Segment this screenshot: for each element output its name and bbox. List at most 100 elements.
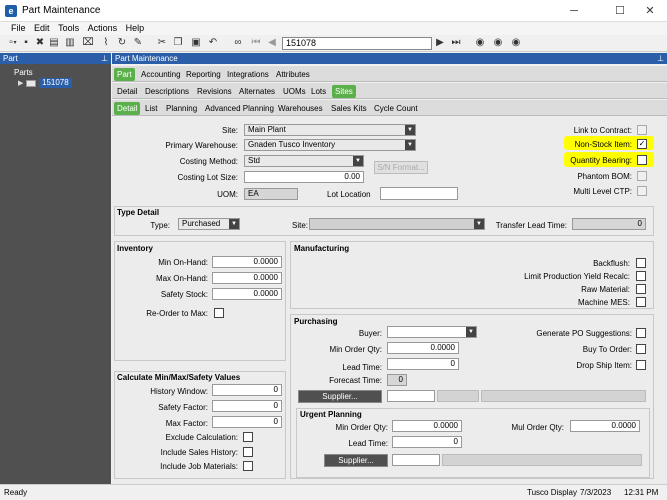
- tab-integrations[interactable]: Integrations: [224, 68, 272, 81]
- menu-tools[interactable]: Tools: [55, 22, 82, 35]
- reorder-to-max-checkbox[interactable]: [214, 308, 224, 318]
- primary-warehouse-dropdown[interactable]: Gnaden Tusco Inventory ▼: [244, 139, 416, 151]
- forward-icon[interactable]: ◉: [492, 37, 504, 49]
- min-on-hand-input[interactable]: 0.0000: [212, 256, 282, 268]
- paperclip-icon[interactable]: ⌇: [100, 37, 112, 49]
- copy-icon[interactable]: ❐: [172, 37, 184, 49]
- max-on-hand-input[interactable]: 0.0000: [212, 272, 282, 284]
- tab-sites[interactable]: Sites: [332, 85, 356, 98]
- tab-warehouses[interactable]: Warehouses: [275, 102, 326, 115]
- tab-reporting[interactable]: Reporting: [183, 68, 224, 81]
- previous-record-icon[interactable]: ◀: [266, 37, 278, 49]
- search-binoculars-icon[interactable]: ∞: [232, 37, 244, 49]
- tab-detail[interactable]: Detail: [114, 85, 140, 98]
- urgent-supplier-id-input[interactable]: [392, 454, 440, 466]
- undo-icon[interactable]: ↶: [207, 37, 219, 49]
- tree-node-label[interactable]: 151078: [39, 78, 72, 88]
- tab-alternates[interactable]: Alternates: [236, 85, 278, 98]
- tab-cycle-count[interactable]: Cycle Count: [371, 102, 421, 115]
- expand-icon[interactable]: ▶: [18, 79, 23, 87]
- generate-po-suggestions-checkbox[interactable]: [636, 328, 646, 338]
- menu-edit[interactable]: Edit: [31, 22, 53, 35]
- limit-production-yield-checkbox[interactable]: [636, 271, 646, 281]
- exclude-calculation-checkbox[interactable]: [243, 432, 253, 442]
- lead-time-input[interactable]: 0: [387, 358, 459, 370]
- tab-list[interactable]: List: [142, 102, 160, 115]
- link-to-contract-checkbox[interactable]: [637, 125, 647, 135]
- urgent-supplier-button[interactable]: Supplier...: [324, 454, 388, 467]
- chevron-down-icon[interactable]: ▼: [466, 327, 476, 337]
- minimize-button[interactable]: ─: [562, 3, 586, 19]
- site-dropdown[interactable]: Main Plant ▼: [244, 124, 416, 136]
- tab-advanced-planning[interactable]: Advanced Planning: [202, 102, 277, 115]
- chevron-down-icon[interactable]: ▼: [405, 140, 415, 150]
- chevron-down-icon[interactable]: ▼: [405, 125, 415, 135]
- raw-material-checkbox[interactable]: [636, 284, 646, 294]
- back-icon[interactable]: ◉: [474, 37, 486, 49]
- tab-site-detail[interactable]: Detail: [114, 102, 141, 115]
- type-dropdown[interactable]: Purchased ▼: [178, 218, 240, 230]
- machine-mes-checkbox[interactable]: [636, 297, 646, 307]
- safety-stock-input[interactable]: 0.0000: [212, 288, 282, 300]
- tree-root-parts[interactable]: Parts: [14, 68, 33, 77]
- history-window-input[interactable]: 0: [212, 384, 282, 396]
- part-key-input[interactable]: 151078: [282, 37, 432, 50]
- safety-factor-input[interactable]: 0: [212, 400, 282, 412]
- lot-location-input[interactable]: [380, 187, 458, 200]
- delete-icon[interactable]: ✖: [34, 37, 46, 49]
- pin-icon[interactable]: ⊥: [101, 53, 108, 64]
- chevron-down-icon[interactable]: ▼: [353, 156, 363, 166]
- drop-ship-item-checkbox[interactable]: [636, 360, 646, 370]
- tab-descriptions[interactable]: Descriptions: [142, 85, 192, 98]
- menu-actions[interactable]: Actions: [85, 22, 121, 35]
- buy-to-order-checkbox[interactable]: [636, 344, 646, 354]
- urgent-lead-time-input[interactable]: 0: [392, 436, 462, 448]
- type-site-dropdown[interactable]: ▼: [309, 218, 485, 230]
- tab-sales-kits[interactable]: Sales Kits: [328, 102, 370, 115]
- supplier-id-input[interactable]: [387, 390, 435, 402]
- new-dropdown-icon[interactable]: ▾: [12, 37, 18, 49]
- tab-lots[interactable]: Lots: [308, 85, 329, 98]
- chevron-down-icon[interactable]: ▼: [229, 219, 239, 229]
- first-record-icon[interactable]: ⏮: [250, 37, 262, 49]
- quantity-bearing-checkbox[interactable]: [637, 155, 647, 165]
- tab-planning[interactable]: Planning: [163, 102, 200, 115]
- tab-accounting[interactable]: Accounting: [138, 68, 184, 81]
- menu-help[interactable]: Help: [123, 22, 148, 35]
- save-icon[interactable]: ▪: [20, 37, 32, 49]
- sn-format-button[interactable]: S/N Format...: [374, 161, 428, 174]
- next-record-icon[interactable]: ▶: [434, 37, 446, 49]
- clear-icon[interactable]: ✎: [132, 37, 144, 49]
- close-button[interactable]: ✕: [638, 3, 662, 19]
- purchasing-title: Purchasing: [294, 317, 338, 326]
- refresh-icon[interactable]: ↻: [116, 37, 128, 49]
- min-order-qty-input[interactable]: 0.0000: [387, 342, 459, 354]
- buyer-dropdown[interactable]: ▼: [387, 326, 477, 338]
- phantom-bom-checkbox[interactable]: [637, 171, 647, 181]
- attachment-icon[interactable]: ⌧: [82, 37, 94, 49]
- supplier-button[interactable]: Supplier...: [298, 390, 382, 403]
- costing-method-dropdown[interactable]: Std ▼: [244, 155, 364, 167]
- costing-lot-size-input[interactable]: 0.00: [244, 171, 364, 183]
- max-factor-input[interactable]: 0: [212, 416, 282, 428]
- include-job-materials-checkbox[interactable]: [243, 461, 253, 471]
- multi-level-ctp-checkbox[interactable]: [637, 186, 647, 196]
- library-icon[interactable]: ▥: [64, 37, 76, 49]
- tab-part[interactable]: Part: [114, 68, 135, 81]
- pin-icon[interactable]: ⊥: [657, 53, 664, 64]
- include-sales-history-checkbox[interactable]: [243, 447, 253, 457]
- non-stock-item-checkbox[interactable]: ✓: [637, 139, 647, 149]
- tab-revisions[interactable]: Revisions: [194, 85, 235, 98]
- tab-uoms[interactable]: UOMs: [280, 85, 309, 98]
- mul-order-qty-input[interactable]: 0.0000: [570, 420, 640, 432]
- stop-icon[interactable]: ◉: [510, 37, 522, 49]
- paste-icon[interactable]: ▣: [190, 37, 202, 49]
- backflush-checkbox[interactable]: [636, 258, 646, 268]
- print-icon[interactable]: ▤: [48, 37, 60, 49]
- cut-icon[interactable]: ✂: [156, 37, 168, 49]
- menu-file[interactable]: File: [8, 22, 29, 35]
- last-record-icon[interactable]: ⏭: [450, 37, 462, 49]
- tab-attributes[interactable]: Attributes: [273, 68, 313, 81]
- urgent-min-order-qty-input[interactable]: 0.0000: [392, 420, 462, 432]
- maximize-button[interactable]: ☐: [608, 3, 632, 19]
